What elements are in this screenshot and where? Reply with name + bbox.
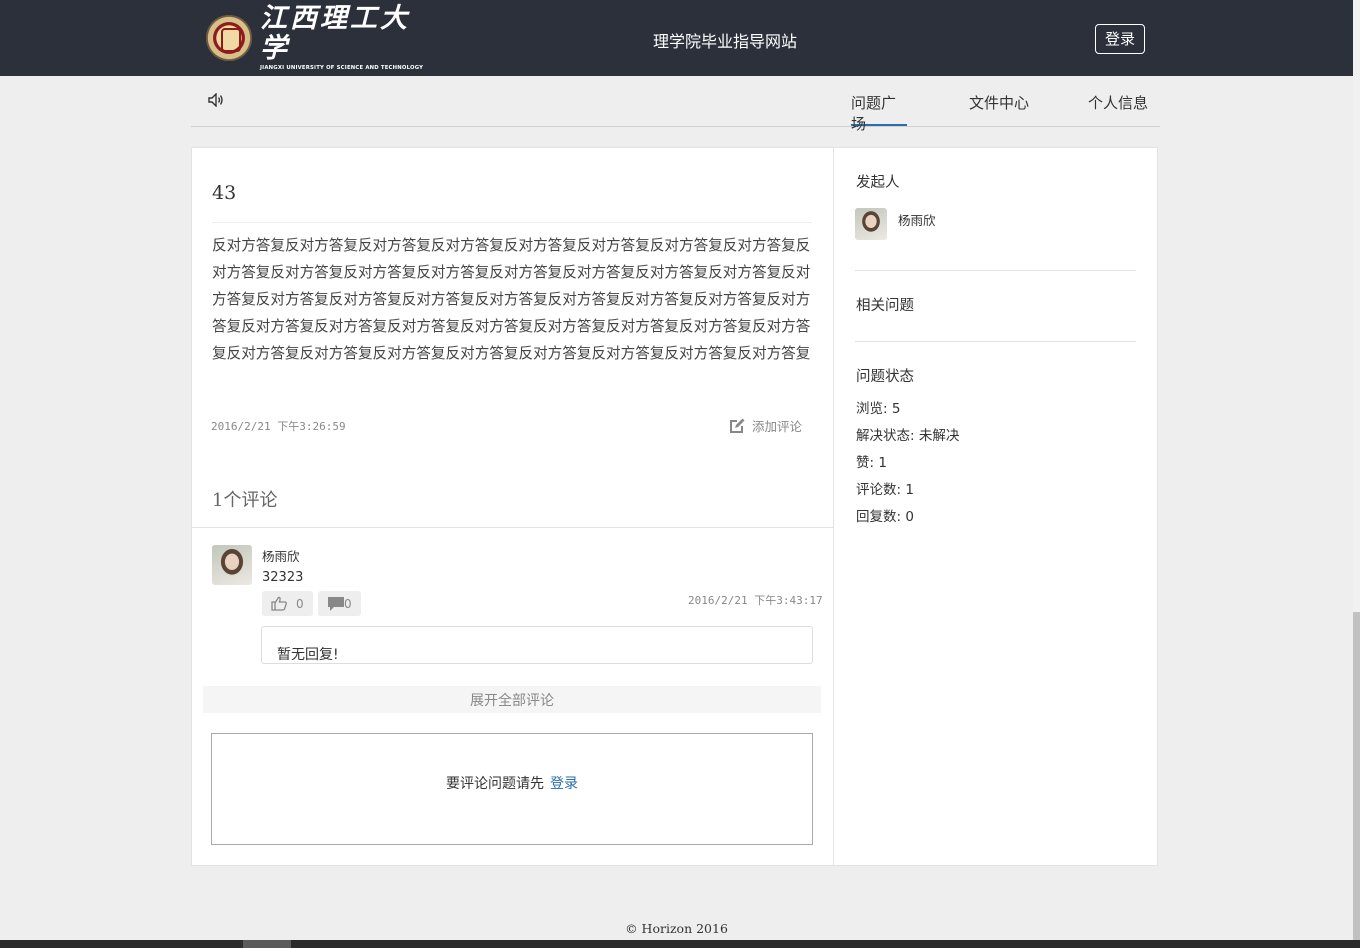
logo-en-text: JIANGXI UNIVERSITY OF SCIENCE AND TECHNO… — [260, 64, 424, 71]
title-divider — [212, 222, 812, 223]
top-header: 江西理工大学 JIANGXI UNIVERSITY OF SCIENCE AND… — [0, 0, 1353, 76]
question-timestamp: 2016/2/21 下午3:26:59 — [211, 420, 346, 433]
logo-text: 江西理工大学 JIANGXI UNIVERSITY OF SCIENCE AND… — [260, 2, 424, 73]
bottom-taskbar — [0, 940, 1360, 948]
comment-text: 32323 — [262, 570, 304, 585]
comments-divider — [192, 527, 833, 528]
comment-bubble-icon — [328, 596, 344, 611]
footer-copyright: © Horizon 2016 — [625, 921, 728, 936]
initiator-name[interactable]: 杨雨欣 — [898, 210, 936, 229]
question-status-heading: 问题状态 — [856, 369, 914, 385]
initiator-heading: 发起人 — [856, 175, 900, 191]
tab-question-square[interactable]: 问题广场 — [851, 92, 907, 133]
add-comment-button[interactable]: 添加评论 — [729, 416, 802, 435]
taskbar-tab[interactable] — [243, 940, 291, 948]
login-link[interactable]: 登录 — [550, 776, 578, 792]
edit-icon — [730, 418, 745, 433]
stat-likes: 赞: 1 — [856, 455, 887, 471]
avatar[interactable] — [212, 545, 252, 585]
reply-list: 暂无回复! — [261, 626, 813, 664]
thumbs-up-icon — [271, 596, 287, 611]
main-nav: 问题广场 文件中心 个人信息 — [191, 76, 1160, 133]
scrollbar-thumb[interactable] — [1353, 612, 1360, 940]
sidebar-divider — [855, 270, 1136, 271]
reply-button[interactable]: 0 — [318, 591, 361, 616]
tab-file-center[interactable]: 文件中心 — [969, 92, 1029, 126]
comments-count-title: 1个评论 — [212, 490, 278, 511]
like-button[interactable]: 0 — [262, 591, 313, 616]
logo-cn-text: 江西理工大学 — [260, 2, 410, 64]
university-seal-icon — [206, 15, 252, 61]
university-logo[interactable]: 江西理工大学 JIANGXI UNIVERSITY OF SCIENCE AND… — [206, 3, 423, 71]
login-prompt-box: 要评论问题请先 登录 — [211, 733, 813, 845]
tab-personal-info[interactable]: 个人信息 — [1088, 92, 1148, 126]
question-title: 43 — [212, 182, 237, 204]
speaker-icon[interactable] — [208, 93, 224, 107]
comment-author[interactable]: 杨雨欣 — [262, 546, 300, 565]
like-count: 0 — [296, 596, 304, 611]
question-body: 反对方答复反对方答复反对方答复反对方答复反对方答复反对方答复反对方答复反对方答复… — [212, 237, 811, 362]
login-prompt-text: 要评论问题请先 — [446, 776, 544, 792]
stat-resolve-status: 解决状态: 未解决 — [856, 428, 960, 444]
sidebar-overlay — [835, 612, 1157, 865]
stat-comments: 评论数: 1 — [856, 482, 914, 498]
login-button[interactable]: 登录 — [1095, 24, 1145, 54]
site-title: 理学院毕业指导网站 — [652, 32, 797, 51]
column-divider — [833, 148, 834, 865]
add-comment-label: 添加评论 — [752, 419, 803, 434]
sidebar-divider — [855, 341, 1136, 342]
stat-replies: 回复数: 0 — [856, 509, 914, 525]
related-questions-heading: 相关问题 — [856, 298, 914, 314]
stat-views: 浏览: 5 — [856, 401, 901, 417]
reply-count: 0 — [344, 596, 352, 611]
no-reply-text: 暂无回复! — [277, 647, 339, 663]
initiator-avatar[interactable] — [855, 208, 887, 240]
comment-timestamp: 2016/2/21 下午3:43:17 — [688, 594, 823, 607]
expand-all-comments-button[interactable]: 展开全部评论 — [203, 686, 821, 713]
